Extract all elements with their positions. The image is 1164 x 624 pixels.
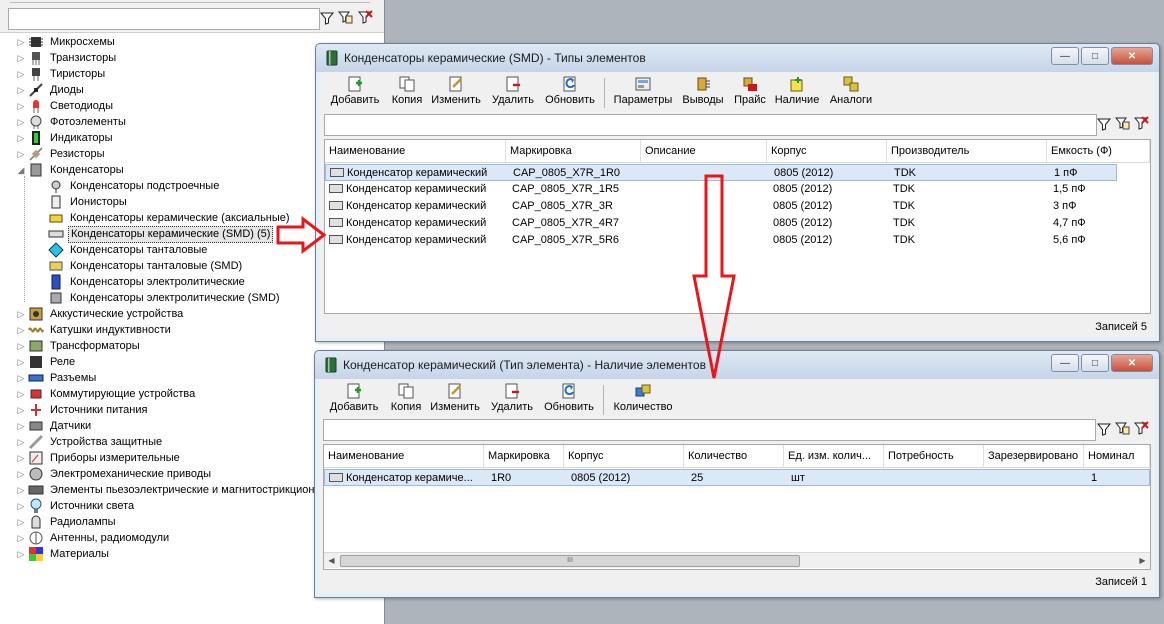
right-arrow (276, 215, 327, 255)
annotation-arrows (276, 174, 736, 379)
down-arrow (692, 174, 736, 379)
